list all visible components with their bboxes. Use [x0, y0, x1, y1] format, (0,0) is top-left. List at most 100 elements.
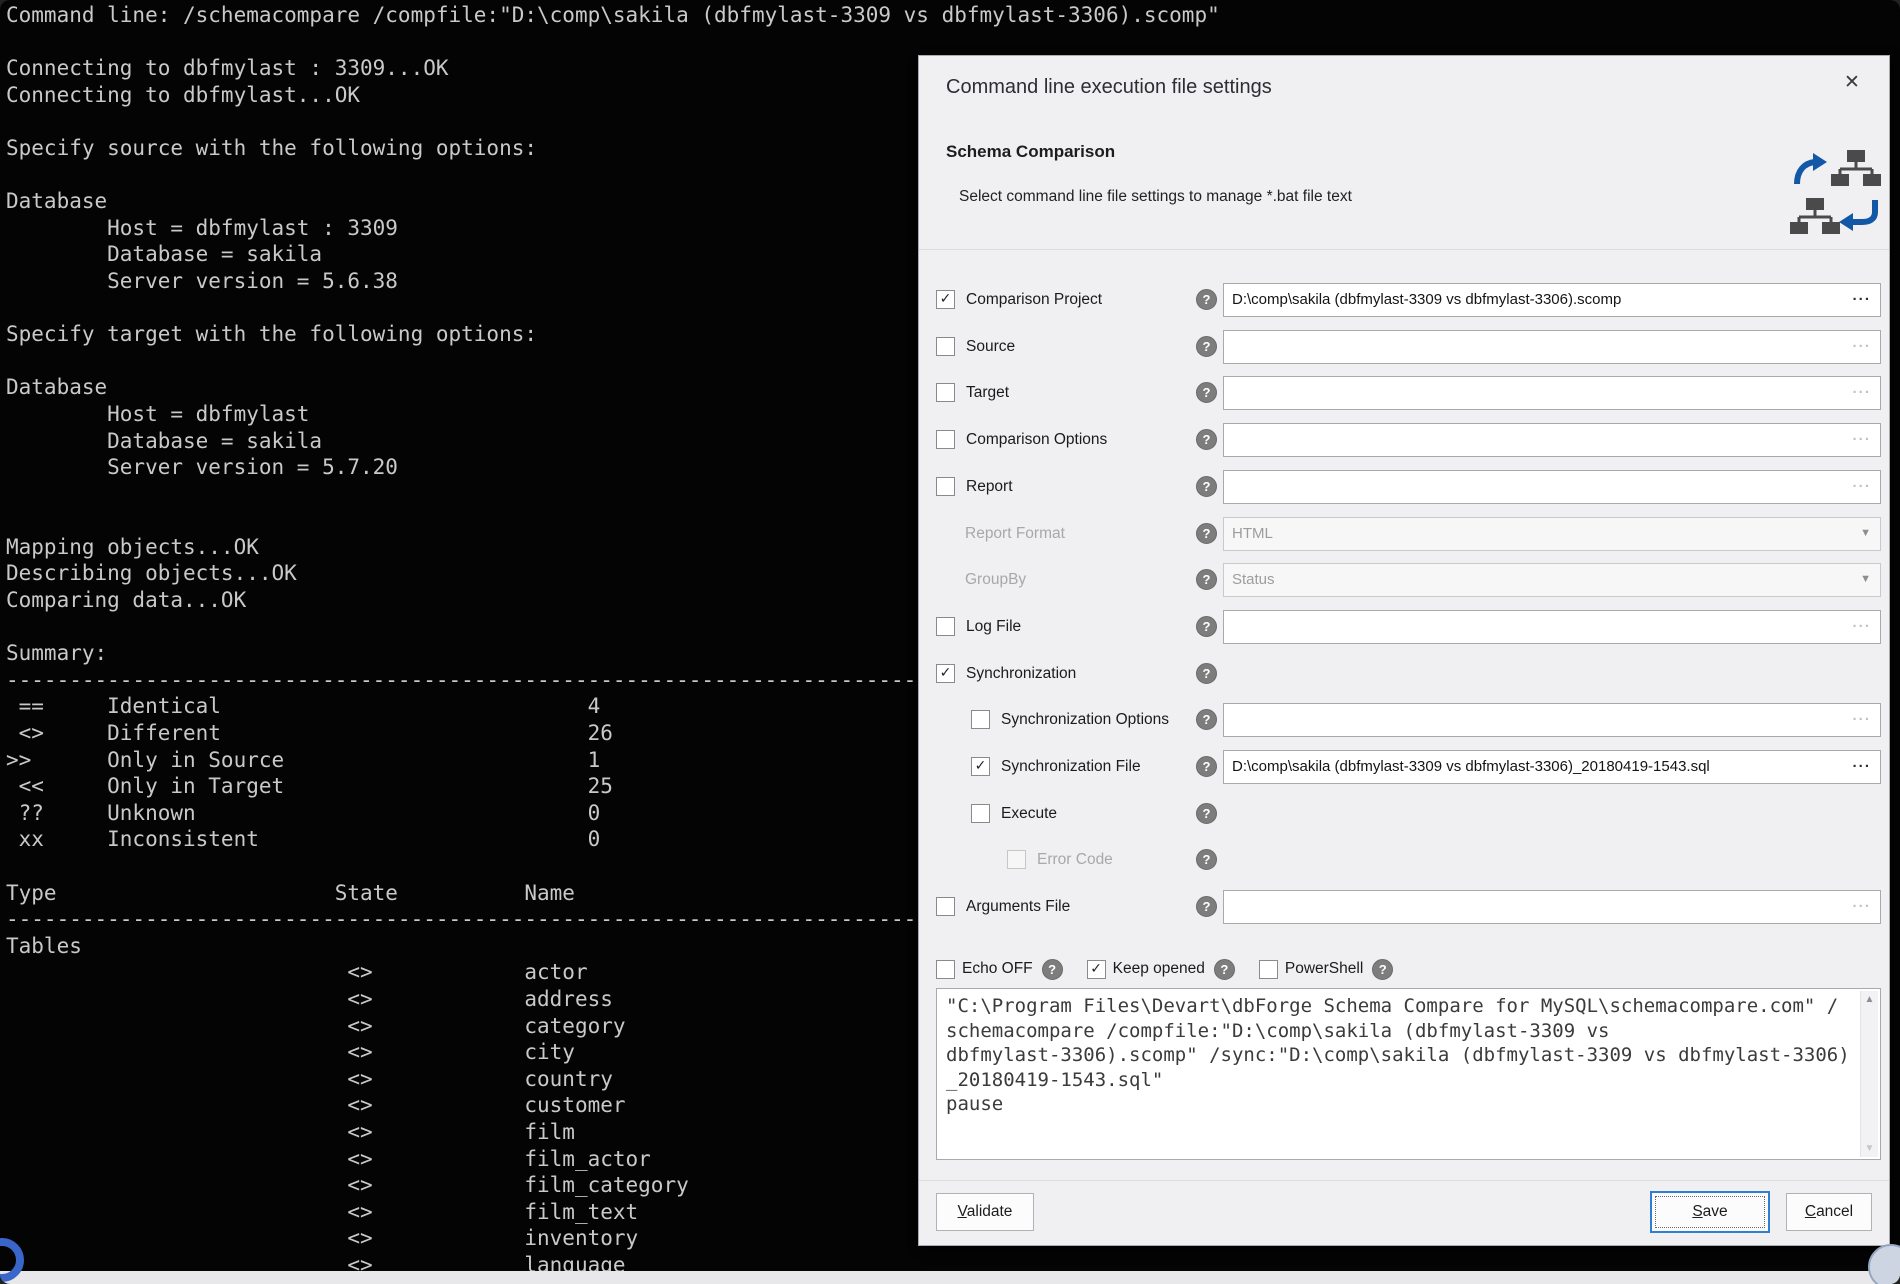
setting-label-report: Report — [966, 478, 1013, 496]
dialog-command-line-execution-file-settings: Command line execution file settings ✕ S… — [918, 55, 1890, 1246]
input-synchronization-options[interactable]: ... — [1223, 703, 1881, 737]
input-report[interactable]: ... — [1223, 470, 1881, 504]
help-icon-echo-off[interactable]: ? — [1042, 959, 1063, 980]
save-button[interactable]: Save — [1650, 1191, 1770, 1233]
dropdown-value-report-format: HTML — [1232, 525, 1273, 542]
browse-button-comparison-project[interactable]: ... — [1852, 287, 1871, 304]
help-icon-log-file[interactable]: ? — [1196, 616, 1217, 637]
input-target[interactable]: ... — [1223, 376, 1881, 410]
setting-label-target: Target — [966, 384, 1009, 402]
chevron-down-icon: ▼ — [1860, 527, 1871, 539]
help-icon-comparison-project[interactable]: ? — [1196, 289, 1217, 310]
validate-button[interactable]: Validate — [936, 1193, 1034, 1231]
setting-label-groupby: GroupBy — [965, 571, 1026, 589]
checkbox-synchronization-options[interactable] — [971, 710, 990, 729]
checkbox-comparison-options[interactable] — [936, 430, 955, 449]
schema-sync-icon — [1787, 148, 1883, 242]
setting-row-synchronization-options: Synchronization Options?... — [919, 700, 1889, 740]
browse-button-synchronization-options[interactable]: ... — [1852, 707, 1871, 724]
checkbox-report[interactable] — [936, 477, 955, 496]
help-icon-arguments-file[interactable]: ? — [1196, 896, 1217, 917]
scroll-down-icon[interactable]: ▼ — [1861, 1143, 1878, 1154]
help-icon-report-format[interactable]: ? — [1196, 523, 1217, 544]
close-icon[interactable]: ✕ — [1837, 68, 1867, 98]
bat-file-text-area[interactable]: "C:\Program Files\Devart\dbForge Schema … — [936, 988, 1881, 1160]
input-log-file[interactable]: ... — [1223, 610, 1881, 644]
checkbox-target[interactable] — [936, 383, 955, 402]
checkbox-keep-opened[interactable]: ✓ — [1087, 960, 1106, 979]
flag-keep-opened: ✓Keep opened? — [1087, 959, 1235, 980]
banner-separator — [919, 249, 1889, 250]
checkbox-log-file[interactable] — [936, 617, 955, 636]
help-icon-source[interactable]: ? — [1196, 336, 1217, 357]
setting-label-source: Source — [966, 338, 1015, 356]
browse-button-log-file[interactable]: ... — [1852, 614, 1871, 631]
setting-label-report-format: Report Format — [965, 525, 1065, 543]
help-icon-report[interactable]: ? — [1196, 476, 1217, 497]
scroll-up-icon[interactable]: ▲ — [1861, 994, 1878, 1005]
input-arguments-file[interactable]: ... — [1223, 890, 1881, 924]
bat-text-scrollbar[interactable]: ▲ ▼ — [1860, 991, 1878, 1157]
checkbox-synchronization-file[interactable]: ✓ — [971, 757, 990, 776]
checkbox-comparison-project[interactable]: ✓ — [936, 290, 955, 309]
setting-label-arguments-file: Arguments File — [966, 898, 1070, 916]
buttons-separator — [919, 1180, 1889, 1181]
help-icon-synchronization-options[interactable]: ? — [1196, 709, 1217, 730]
checkbox-source[interactable] — [936, 337, 955, 356]
bat-file-text: "C:\Program Files\Devart\dbForge Schema … — [937, 989, 1880, 1122]
input-comparison-options[interactable]: ... — [1223, 423, 1881, 457]
setting-row-log-file: Log File?... — [919, 607, 1889, 647]
setting-label-log-file: Log File — [966, 618, 1021, 636]
browse-button-target[interactable]: ... — [1852, 380, 1871, 397]
setting-row-arguments-file: Arguments File?... — [919, 887, 1889, 927]
setting-label-error-code: Error Code — [1037, 851, 1113, 869]
help-icon-comparison-options[interactable]: ? — [1196, 429, 1217, 450]
help-icon-execute[interactable]: ? — [1196, 803, 1217, 824]
checkbox-synchronization[interactable]: ✓ — [936, 664, 955, 683]
checkbox-arguments-file[interactable] — [936, 897, 955, 916]
setting-label-synchronization-options: Synchronization Options — [1001, 711, 1169, 729]
setting-row-groupby: GroupBy?Status▼ — [919, 560, 1889, 600]
banner-heading: Schema Comparison — [946, 142, 1115, 162]
help-icon-error-code[interactable]: ? — [1196, 849, 1217, 870]
input-source[interactable]: ... — [1223, 330, 1881, 364]
flag-label-powershell: PowerShell — [1285, 960, 1363, 978]
help-icon-groupby[interactable]: ? — [1196, 569, 1217, 590]
input-value-comparison-project: D:\comp\sakila (dbfmylast-3309 vs dbfmyl… — [1232, 291, 1621, 308]
help-icon-synchronization[interactable]: ? — [1196, 663, 1217, 684]
browse-button-arguments-file[interactable]: ... — [1852, 894, 1871, 911]
help-icon-synchronization-file[interactable]: ? — [1196, 756, 1217, 777]
setting-row-report-format: Report Format? HTML ▼ — [919, 514, 1889, 554]
cancel-button-label: C — [1805, 1203, 1816, 1220]
browse-button-comparison-options[interactable]: ... — [1852, 427, 1871, 444]
setting-label-synchronization: Synchronization — [966, 665, 1076, 683]
browse-button-report[interactable]: ... — [1852, 474, 1871, 491]
input-comparison-project[interactable]: D:\comp\sakila (dbfmylast-3309 vs dbfmyl… — [1223, 283, 1881, 317]
checkbox-execute[interactable] — [971, 804, 990, 823]
browse-button-synchronization-file[interactable]: ... — [1852, 754, 1871, 771]
window-bottom-frame — [0, 1271, 1900, 1284]
validate-button-label: V — [958, 1203, 967, 1220]
input-value-synchronization-file: D:\comp\sakila (dbfmylast-3309 vs dbfmyl… — [1232, 758, 1710, 775]
chevron-down-icon: ▼ — [1860, 573, 1871, 585]
setting-row-synchronization-file: ✓Synchronization File?D:\comp\sakila (db… — [919, 747, 1889, 787]
setting-row-comparison-options: Comparison Options?... — [919, 420, 1889, 460]
setting-row-synchronization: ✓ Synchronization? — [919, 654, 1889, 694]
flag-label-echo-off: Echo OFF — [962, 960, 1033, 978]
setting-row-report: Report?... — [919, 467, 1889, 507]
help-icon-keep-opened[interactable]: ? — [1214, 959, 1235, 980]
input-synchronization-file[interactable]: D:\comp\sakila (dbfmylast-3309 vs dbfmyl… — [1223, 750, 1881, 784]
banner-description: Select command line file settings to man… — [959, 188, 1352, 206]
bat-flags-row: Echo OFF?✓Keep opened?PowerShell? — [936, 949, 1417, 989]
floating-widget — [1868, 1244, 1900, 1284]
checkbox-echo-off[interactable] — [936, 960, 955, 979]
dialog-title: Command line execution file settings — [946, 76, 1272, 99]
checkbox-powershell[interactable] — [1259, 960, 1278, 979]
browse-button-source[interactable]: ... — [1852, 334, 1871, 351]
setting-row-error-code: Error Code? — [919, 840, 1889, 880]
help-icon-target[interactable]: ? — [1196, 382, 1217, 403]
dropdown-report-format: HTML ▼ — [1223, 517, 1881, 551]
cancel-button[interactable]: Cancel — [1786, 1193, 1872, 1231]
help-icon-powershell[interactable]: ? — [1372, 959, 1393, 980]
setting-row-comparison-project: ✓Comparison Project?D:\comp\sakila (dbfm… — [919, 280, 1889, 320]
